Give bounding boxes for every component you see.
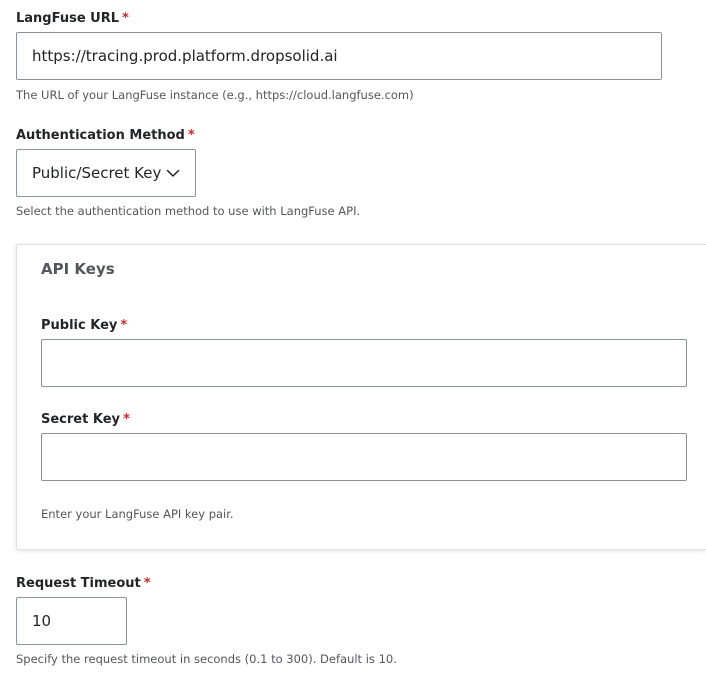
- auth-method-select[interactable]: Public/Secret Key: [16, 149, 196, 197]
- api-keys-fieldset: [16, 244, 706, 550]
- required-marker: *: [143, 576, 151, 591]
- langfuse-url-description: The URL of your LangFuse instance (e.g.,…: [16, 88, 414, 102]
- public-key-input[interactable]: [41, 339, 687, 387]
- public-key-label-text: Public Key: [41, 318, 118, 333]
- required-marker: *: [187, 128, 195, 143]
- secret-key-label-text: Secret Key: [41, 412, 120, 427]
- api-keys-description: Enter your LangFuse API key pair.: [41, 507, 234, 521]
- request-timeout-input[interactable]: [16, 597, 127, 645]
- request-timeout-description: Specify the request timeout in seconds (…: [16, 652, 397, 666]
- chevron-down-icon: [166, 169, 180, 177]
- langfuse-url-label-text: LangFuse URL: [16, 11, 120, 26]
- auth-method-description: Select the authentication method to use …: [16, 204, 361, 218]
- api-keys-legend: API Keys: [41, 260, 115, 278]
- auth-method-selected-value: Public/Secret Key: [32, 164, 162, 182]
- required-marker: *: [123, 412, 130, 427]
- auth-method-label-text: Authentication Method: [16, 128, 185, 143]
- auth-method-label: Authentication Method *: [16, 128, 195, 144]
- secret-key-label: Secret Key *: [41, 412, 130, 428]
- required-marker: *: [120, 318, 128, 333]
- request-timeout-label: Request Timeout *: [16, 576, 151, 592]
- public-key-label: Public Key *: [41, 318, 127, 334]
- langfuse-url-input[interactable]: [16, 32, 662, 80]
- required-marker: *: [122, 11, 129, 26]
- request-timeout-label-text: Request Timeout: [16, 576, 141, 591]
- langfuse-url-label: LangFuse URL *: [16, 11, 129, 27]
- secret-key-input[interactable]: [41, 433, 687, 481]
